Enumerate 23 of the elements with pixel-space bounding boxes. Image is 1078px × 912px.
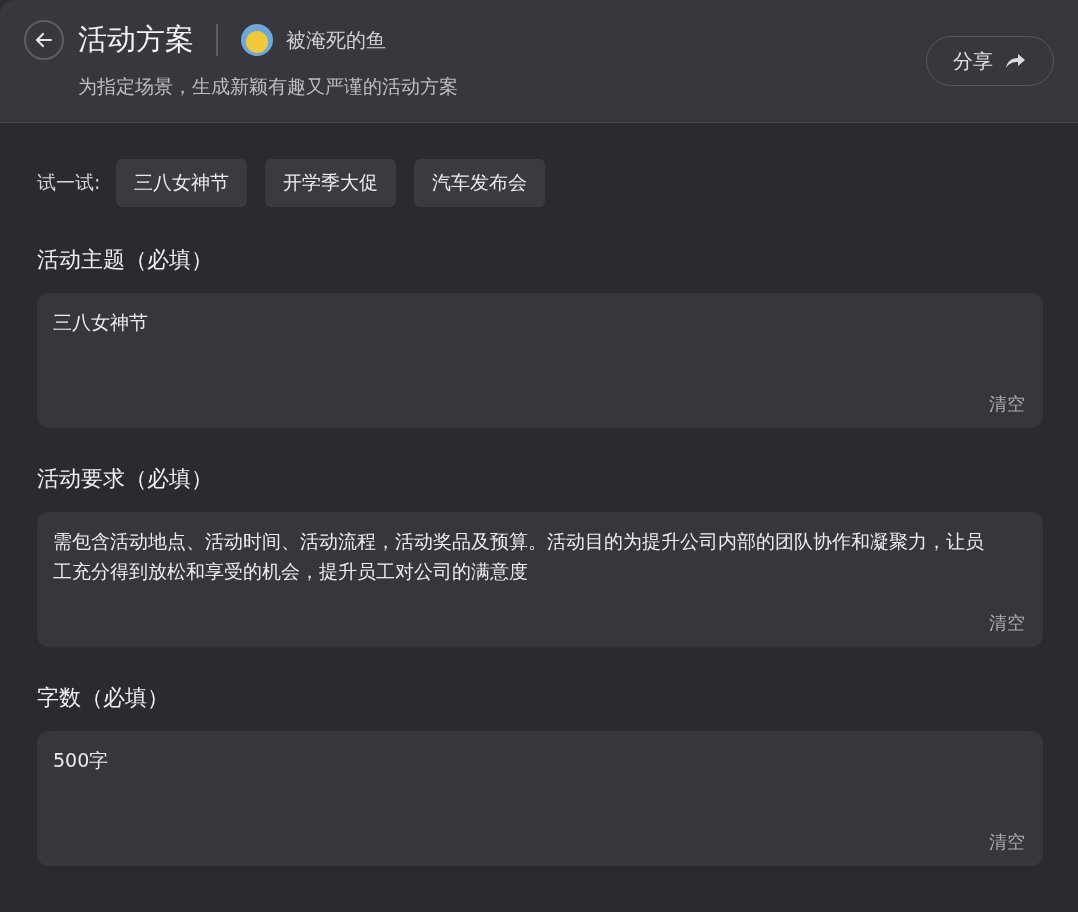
field-label: 字数（必填）: [37, 684, 170, 712]
clear-button[interactable]: 清空: [989, 611, 1025, 635]
suggestion-chip[interactable]: 三八女神节: [116, 159, 248, 207]
clear-button[interactable]: 清空: [989, 830, 1025, 854]
suggestion-chip[interactable]: 汽车发布会: [414, 159, 546, 207]
page-title: 活动方案: [78, 21, 194, 58]
input-field[interactable]: 500字 清空: [37, 731, 1043, 866]
suggestion-chip[interactable]: 开学季大促: [265, 159, 397, 207]
avatar-icon: [240, 23, 274, 57]
field-label: 活动要求（必填）: [37, 465, 214, 493]
input-field[interactable]: 需包含活动地点、活动时间、活动流程，活动奖品及预算。活动目的为提升公司内部的团队协作和凝聚力，让员工充分得到放松和享受的机会，提升员工对公司的满意度 清空: [37, 512, 1043, 647]
field-value: 需包含活动地点、活动时间、活动流程，活动奖品及预算。活动目的为提升公司内部的团队协作和凝聚力，让员工充分得到放松和享受的机会，提升员工对公司的满意度: [53, 529, 985, 584]
back-button[interactable]: [24, 20, 64, 60]
field-label: 活动主题（必填）: [37, 246, 214, 274]
field-value: 三八女神节: [53, 310, 149, 335]
try-label: 试一试:: [37, 170, 101, 195]
share-button[interactable]: 分享: [926, 36, 1054, 86]
field-value: 500字: [53, 748, 110, 773]
input-field[interactable]: 三八女神节 清空: [37, 293, 1043, 428]
share-arrow-icon: [1005, 52, 1027, 70]
clear-button[interactable]: 清空: [989, 392, 1025, 416]
author-name: 被淹死的鱼: [286, 26, 386, 54]
page-subtitle: 为指定场景，生成新颖有趣又严谨的活动方案: [78, 74, 458, 99]
